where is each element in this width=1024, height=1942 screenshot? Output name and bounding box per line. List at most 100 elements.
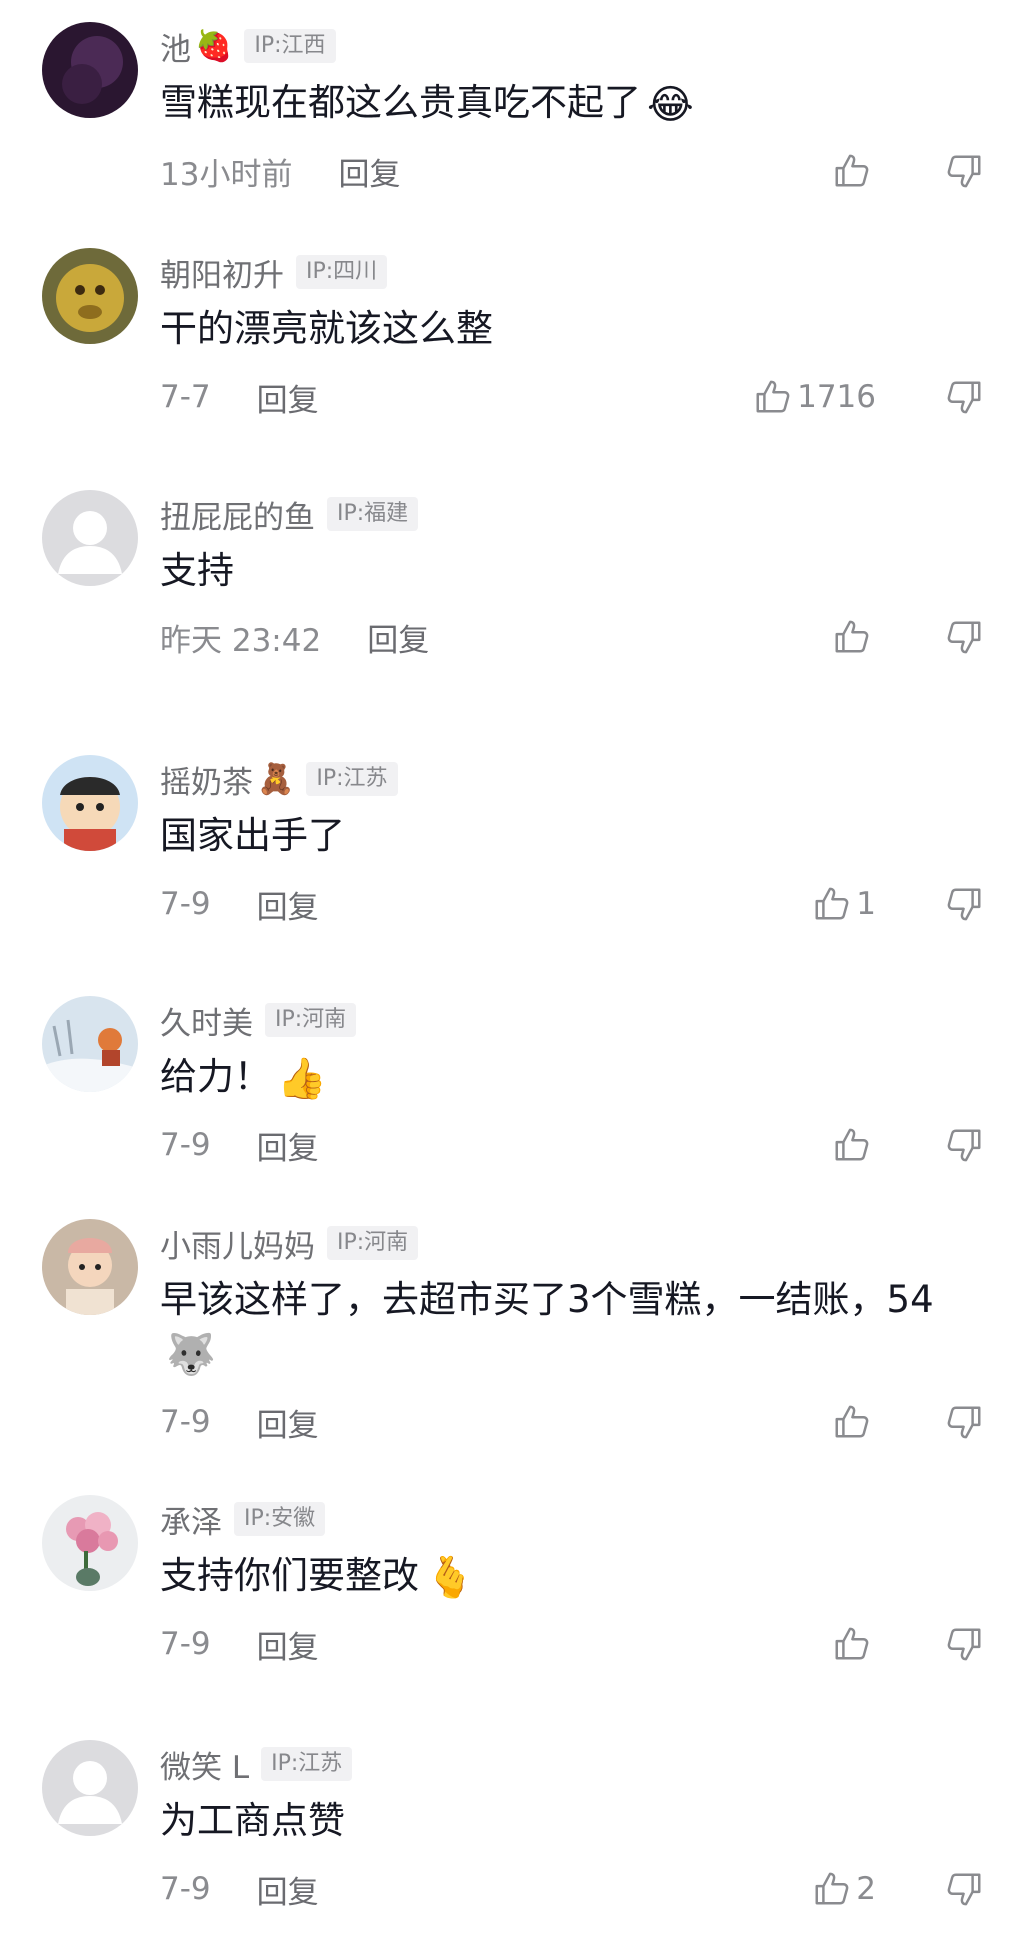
- thumbs-down-icon: [946, 1403, 984, 1441]
- thumbs-down-icon: [946, 1625, 984, 1663]
- ip-location-badge: IP:江西: [244, 29, 336, 63]
- username[interactable]: 久时美: [160, 998, 253, 1043]
- dislike-button[interactable]: [946, 152, 984, 190]
- like-button[interactable]: 1: [812, 885, 876, 923]
- username[interactable]: 朝阳初升: [160, 250, 284, 295]
- default-avatar[interactable]: [42, 1740, 138, 1836]
- comment-actions: 1716: [753, 372, 984, 422]
- comment-text: 干的漂亮就该这么整: [160, 302, 950, 355]
- reply-button[interactable]: 回复: [367, 615, 429, 660]
- dislike-button[interactable]: [946, 1625, 984, 1663]
- thumbs-up-icon: [832, 1126, 870, 1164]
- reply-button[interactable]: 回复: [257, 1123, 319, 1168]
- default-avatar[interactable]: [42, 490, 138, 586]
- comment-text: 为工商点赞: [160, 1794, 950, 1847]
- avatar[interactable]: [42, 1495, 138, 1591]
- avatar[interactable]: [42, 1219, 138, 1315]
- comment-meta: 7-9 回复: [160, 879, 319, 929]
- like-count: 1716: [797, 379, 876, 415]
- finger-heart-emoji-icon: 🫰: [425, 1555, 475, 1601]
- comment-meta: 7-9 回复: [160, 1120, 319, 1170]
- reply-button[interactable]: 回复: [257, 882, 319, 927]
- comment-text-content: 支持你们要整改: [160, 1554, 419, 1597]
- wolf-emoji-icon: 🐺: [166, 1332, 216, 1378]
- like-count: 1: [856, 886, 876, 922]
- dislike-button[interactable]: [946, 1403, 984, 1441]
- username[interactable]: 小雨儿妈妈: [160, 1221, 315, 1266]
- thumbs-up-icon: [832, 152, 870, 190]
- reply-button[interactable]: 回复: [338, 149, 400, 194]
- thumbs-down-icon: [946, 152, 984, 190]
- dislike-button[interactable]: [946, 618, 984, 656]
- comment-actions: 2: [812, 1864, 984, 1914]
- like-button[interactable]: [832, 1403, 876, 1441]
- reply-button[interactable]: 回复: [257, 1622, 319, 1667]
- comment-text: 早该这样了，去超市买了3个雪糕，一结账，54 🐺: [160, 1273, 950, 1382]
- reply-button[interactable]: 回复: [257, 1867, 319, 1912]
- username[interactable]: 承泽: [160, 1497, 222, 1542]
- comment-text-content: 支持: [160, 549, 234, 592]
- comment-time: 7-9: [160, 1404, 211, 1440]
- comment-time: 7-7: [160, 379, 211, 415]
- avatar[interactable]: [42, 248, 138, 344]
- comment-text-content: 雪糕现在都这么贵真吃不起了: [160, 81, 641, 124]
- comment-meta: 13小时前 回复: [160, 146, 400, 196]
- reply-button[interactable]: 回复: [257, 375, 319, 420]
- like-button[interactable]: 1716: [753, 378, 876, 416]
- comment-meta: 昨天 23:42 回复: [160, 612, 429, 662]
- comment-meta: 7-9 回复: [160, 1864, 319, 1914]
- dislike-button[interactable]: [946, 1870, 984, 1908]
- ip-location-badge: IP:安徽: [234, 1502, 326, 1536]
- comment-text-content: 干的漂亮就该这么整: [160, 307, 493, 350]
- ip-location-badge: IP:河南: [327, 1226, 419, 1260]
- avatar[interactable]: [42, 22, 138, 118]
- comment-text: 国家出手了: [160, 809, 950, 862]
- strawberry-icon: 🍓: [195, 28, 233, 64]
- like-button[interactable]: [832, 618, 876, 656]
- dislike-button[interactable]: [946, 885, 984, 923]
- ip-location-badge: IP:江苏: [306, 762, 398, 796]
- like-button[interactable]: 2: [812, 1870, 876, 1908]
- reply-button[interactable]: 回复: [257, 1400, 319, 1445]
- comment-text: 支持你们要整改 🫰: [160, 1549, 950, 1605]
- comment-actions: [832, 1619, 984, 1669]
- ip-location-badge: IP:四川: [296, 255, 388, 289]
- comment-time: 7-9: [160, 1871, 211, 1907]
- comment-time: 13小时前: [160, 156, 293, 193]
- username[interactable]: 池: [160, 24, 191, 69]
- comment-actions: [832, 1120, 984, 1170]
- thumbs-up-icon: [832, 1625, 870, 1663]
- username[interactable]: 摇奶茶: [160, 757, 253, 802]
- comment-actions: [832, 612, 984, 662]
- thumbs-down-icon: [946, 378, 984, 416]
- comment-meta: 7-9 回复: [160, 1397, 319, 1447]
- comment-meta: 7-9 回复: [160, 1619, 319, 1669]
- thumbs-down-icon: [946, 1126, 984, 1164]
- thumbs-down-icon: [946, 885, 984, 923]
- comment-actions: 1: [812, 879, 984, 929]
- comment-actions: [832, 1397, 984, 1447]
- comment-text-content: 早该这样了，去超市买了3个雪糕，一结账，54: [160, 1278, 934, 1321]
- thumbs-up-icon: [753, 378, 791, 416]
- teddy-bear-icon: 🧸: [257, 761, 295, 797]
- avatar[interactable]: [42, 996, 138, 1092]
- dislike-button[interactable]: [946, 378, 984, 416]
- comment-time: 昨天 23:42: [160, 622, 322, 659]
- comment-time: 7-9: [160, 1127, 211, 1163]
- comment-text-content: 为工商点赞: [160, 1799, 345, 1842]
- laughing-crying-emoji-icon: 😂: [647, 82, 694, 128]
- comment-text-content: 国家出手了: [160, 814, 345, 857]
- ip-location-badge: IP:河南: [265, 1003, 357, 1037]
- like-button[interactable]: [832, 1625, 876, 1663]
- username[interactable]: 微笑 L: [160, 1742, 249, 1787]
- like-button[interactable]: [832, 152, 876, 190]
- ip-location-badge: IP:江苏: [261, 1747, 353, 1781]
- avatar[interactable]: [42, 755, 138, 851]
- thumbs-up-icon: [832, 618, 870, 656]
- comment-text: 雪糕现在都这么贵真吃不起了 😂: [160, 76, 950, 132]
- ip-location-badge: IP:福建: [327, 497, 419, 531]
- dislike-button[interactable]: [946, 1126, 984, 1164]
- username[interactable]: 扭屁屁的鱼: [160, 492, 315, 537]
- thumbs-up-icon: [832, 1403, 870, 1441]
- like-button[interactable]: [832, 1126, 876, 1164]
